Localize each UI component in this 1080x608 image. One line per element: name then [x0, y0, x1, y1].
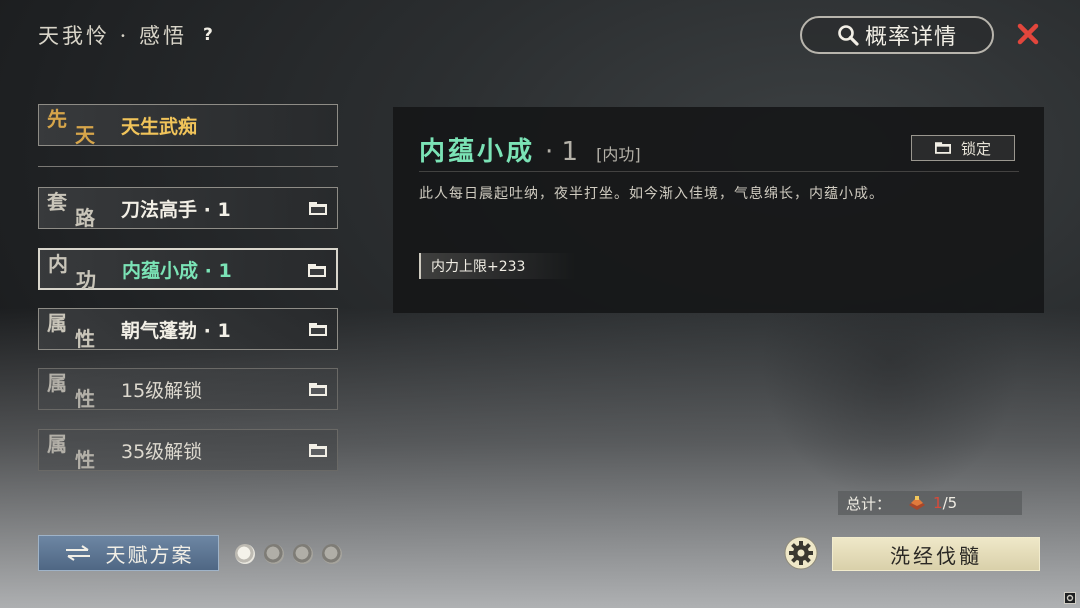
- plan-page-dot-2[interactable]: [264, 544, 284, 564]
- talent-slot-internal[interactable]: 内 功 内蕴小成 · 1: [38, 248, 338, 292]
- lock-icon[interactable]: [309, 202, 327, 215]
- talent-name: 35级解锁: [121, 440, 203, 463]
- meridian-wash-label: 洗经伐髓: [890, 543, 982, 568]
- slot-category-tag: 内 功: [48, 252, 96, 292]
- plan-page-dot-4[interactable]: [322, 544, 342, 564]
- plan-page-dot-3[interactable]: [293, 544, 313, 564]
- total-label: 总计：: [846, 494, 892, 513]
- title-bar: 天我怜 · 感悟 ?: [38, 20, 213, 50]
- detail-level: · 1: [545, 137, 579, 167]
- talent-detail-panel: 内蕴小成 · 1 [内功] 锁定 此人每日晨起吐纳，夜半打坐。如今渐入佳境，气息…: [393, 107, 1044, 313]
- detail-title: 内蕴小成 · 1 [内功]: [419, 131, 641, 168]
- talent-slot-locked-35[interactable]: 属 性 35级解锁: [38, 429, 338, 472]
- lock-icon[interactable]: [309, 444, 327, 457]
- slot-category-tag: 属 性: [47, 432, 95, 472]
- lock-icon[interactable]: [309, 383, 327, 396]
- background-mountain: [760, 300, 1020, 500]
- detail-type: [内功]: [596, 145, 641, 164]
- meridian-wash-button[interactable]: 洗经伐髓: [832, 537, 1040, 571]
- total-current: 1: [933, 494, 943, 512]
- talent-name: 内蕴小成 · 1: [122, 259, 232, 282]
- gear-icon: [784, 536, 818, 570]
- plan-page-dot-1[interactable]: [235, 544, 255, 564]
- close-icon: [1017, 23, 1039, 45]
- settings-button[interactable]: [784, 536, 818, 570]
- slot-category-tag: 套 路: [47, 190, 95, 230]
- talent-plan-label: 天赋方案: [105, 542, 194, 567]
- innate-talent-slot[interactable]: 先 天 天生武痴: [38, 104, 338, 147]
- slot-category-tag: 属 性: [47, 311, 95, 351]
- lock-talent-button[interactable]: 锁定: [911, 135, 1015, 161]
- talent-name: 刀法高手 · 1: [121, 198, 231, 221]
- gem-icon: [909, 496, 926, 510]
- total-max: /5: [942, 494, 958, 512]
- detail-name: 内蕴小成: [419, 137, 536, 167]
- talent-slot-locked-15[interactable]: 属 性 15级解锁: [38, 368, 338, 411]
- swap-arrows-icon: [65, 545, 90, 561]
- slot-category-tag: 先 天: [47, 107, 95, 147]
- talent-slot-routine[interactable]: 套 路 刀法高手 · 1: [38, 187, 338, 230]
- detail-divider: [419, 171, 1019, 172]
- lock-icon[interactable]: [309, 323, 327, 336]
- talent-name: 朝气蓬勃 · 1: [121, 319, 231, 342]
- detail-attribute: 内力上限+233: [419, 253, 575, 279]
- lock-icon[interactable]: [308, 264, 326, 277]
- page-title: 天我怜 · 感悟: [38, 24, 188, 48]
- question-icon[interactable]: ?: [203, 25, 213, 45]
- talent-name: 15级解锁: [121, 379, 203, 402]
- plan-page-indicator: [235, 544, 342, 564]
- probability-details-button[interactable]: 概率详情: [800, 16, 994, 54]
- detail-description: 此人每日晨起吐纳，夜半打坐。如今渐入佳境，气息绵长，内蕴小成。: [419, 186, 884, 202]
- lock-icon: [934, 142, 951, 154]
- settings-corner-icon[interactable]: [1064, 592, 1076, 604]
- talent-slot-attribute[interactable]: 属 性 朝气蓬勃 · 1: [38, 308, 338, 351]
- talent-plan-button[interactable]: 天赋方案: [38, 535, 219, 571]
- lock-talent-label: 锁定: [960, 139, 991, 158]
- divider: [38, 166, 338, 167]
- search-icon: [837, 24, 859, 46]
- close-button[interactable]: [1014, 20, 1042, 48]
- probability-details-label: 概率详情: [864, 25, 957, 50]
- slot-category-tag: 属 性: [47, 371, 95, 411]
- innate-talent-name: 天生武痴: [121, 115, 198, 138]
- talent-total: 总计： 1 /5: [838, 491, 1022, 515]
